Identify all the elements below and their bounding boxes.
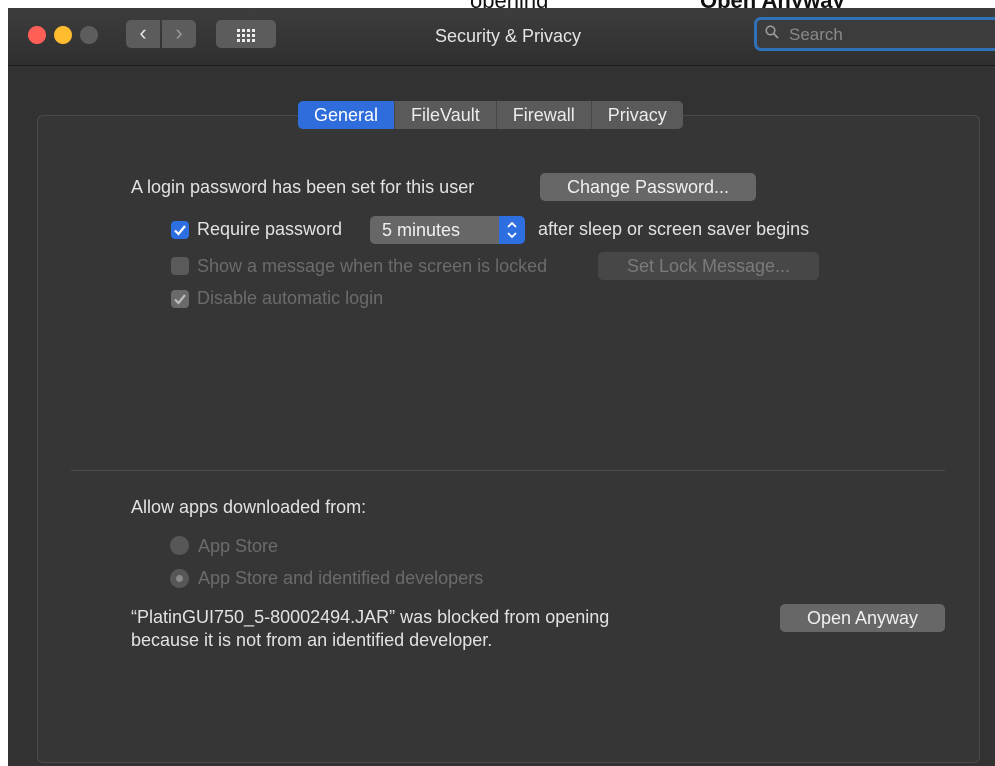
settings-panel: [37, 115, 980, 763]
tab-firewall[interactable]: Firewall: [495, 101, 591, 129]
checkmark-icon: [174, 225, 186, 236]
require-password-label: Require password: [197, 219, 343, 239]
search-field[interactable]: Search: [754, 17, 995, 51]
section-divider: [71, 470, 945, 471]
show-message-label: Show a message when the screen is locked: [197, 256, 548, 276]
checkmark-icon: [174, 294, 186, 305]
open-anyway-button[interactable]: Open Anyway: [780, 604, 945, 632]
updown-chevron-icon: [499, 216, 525, 244]
password-interval-value: 5 minutes: [382, 220, 461, 240]
minimize-window-button[interactable]: [54, 26, 72, 44]
chevron-left-icon: ‹: [139, 20, 147, 45]
tab-general[interactable]: General: [298, 101, 395, 129]
show-message-checkbox[interactable]: [171, 257, 189, 275]
login-password-text: A login password has been set for this u…: [131, 177, 475, 197]
forward-button[interactable]: ›: [162, 20, 196, 48]
window-title: Security & Privacy: [434, 26, 582, 46]
radio-app-store-identified[interactable]: [170, 569, 189, 588]
search-icon: [765, 25, 779, 39]
require-password-checkbox[interactable]: [171, 221, 189, 239]
radio-app-store-label: App Store: [198, 536, 279, 556]
set-lock-message-button[interactable]: Set Lock Message...: [598, 252, 819, 280]
disable-auto-login-label: Disable automatic login: [197, 288, 384, 308]
allow-apps-heading: Allow apps downloaded from:: [131, 497, 367, 517]
zoom-window-button[interactable]: [80, 26, 98, 44]
radio-app-store-identified-label: App Store and identified developers: [198, 568, 484, 588]
security-privacy-window: ‹ › Security & Privacy Search General Fi…: [8, 8, 995, 766]
tab-privacy[interactable]: Privacy: [590, 101, 683, 129]
blocked-message-line1: “PlatinGUI750_5-80002494.JAR” was blocke…: [131, 607, 610, 627]
chevron-right-icon: ›: [175, 20, 183, 45]
tab-bar: General FileVault Firewall Privacy: [298, 101, 683, 129]
disable-auto-login-checkbox[interactable]: [171, 290, 189, 308]
password-interval-popup[interactable]: 5 minutes: [370, 216, 525, 244]
back-button[interactable]: ‹: [126, 20, 160, 48]
require-password-suffix: after sleep or screen saver begins: [538, 219, 810, 239]
show-all-button[interactable]: [216, 20, 276, 48]
tab-filevault[interactable]: FileVault: [394, 101, 496, 129]
blocked-message-line2: because it is not from an identified dev…: [131, 630, 493, 650]
close-window-button[interactable]: [28, 26, 46, 44]
search-placeholder: Search: [789, 25, 843, 44]
title-bar: ‹ › Security & Privacy Search: [8, 8, 995, 66]
radio-app-store[interactable]: [170, 536, 189, 555]
change-password-button[interactable]: Change Password...: [540, 173, 756, 201]
